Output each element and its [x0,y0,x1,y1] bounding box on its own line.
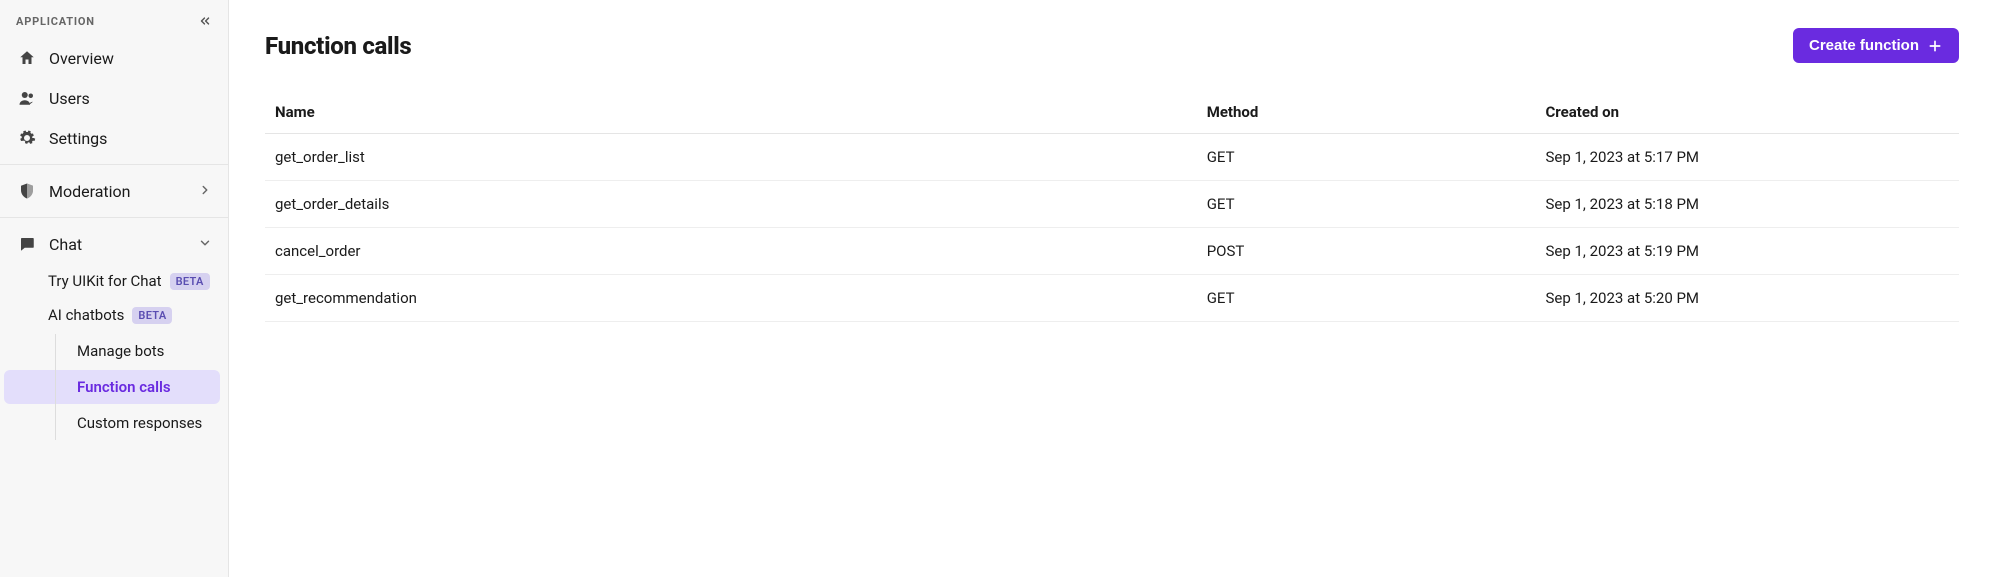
sidebar-item-settings[interactable]: Settings [0,118,228,158]
chat-icon [16,233,38,255]
sidebar-item-label: Chat [49,235,82,254]
divider [0,164,228,165]
sidebar-item-label: Moderation [49,182,131,201]
table-cell-name: get_order_list [265,134,1197,181]
sidebar-item-label: Try UIKit for Chat [48,272,162,290]
sidebar-item-manage-bots[interactable]: Manage bots [4,334,220,368]
sidebar-item-moderation[interactable]: Moderation [0,171,228,211]
gear-icon [16,127,38,149]
chevron-right-icon [198,182,212,201]
page-header: Function calls Create function [265,28,1959,63]
table-cell-method: GET [1197,134,1536,181]
table-row[interactable]: get_recommendationGETSep 1, 2023 at 5:20… [265,275,1959,322]
shield-icon [16,180,38,202]
table-header-method: Method [1197,91,1536,134]
table-row[interactable]: cancel_orderPOSTSep 1, 2023 at 5:19 PM [265,228,1959,275]
table-cell-method: GET [1197,275,1536,322]
sidebar-item-label: AI chatbots [48,306,124,324]
users-icon [16,87,38,109]
beta-badge: BETA [170,273,210,290]
sidebar-item-chat[interactable]: Chat [0,224,228,264]
collapse-sidebar-button[interactable] [198,14,212,28]
beta-badge: BETA [132,307,172,324]
functions-table: Name Method Created on get_order_listGET… [265,91,1959,322]
button-label: Create function [1809,37,1919,54]
main-content: Function calls Create function Name Meth… [229,0,1999,577]
sidebar-item-label: Users [49,89,90,108]
sidebar-item-function-calls[interactable]: Function calls [4,370,220,404]
chat-subnav: Try UIKit for Chat BETA AI chatbots BETA… [0,264,228,442]
sidebar-item-label: Settings [49,129,107,148]
table-cell-created: Sep 1, 2023 at 5:20 PM [1535,275,1959,322]
table-cell-name: get_order_details [265,181,1197,228]
sidebar-item-overview[interactable]: Overview [0,38,228,78]
sidebar-item-ai-chatbots[interactable]: AI chatbots BETA [0,298,228,332]
sidebar-item-label: Custom responses [77,414,202,432]
table-cell-created: Sep 1, 2023 at 5:17 PM [1535,134,1959,181]
table-cell-method: POST [1197,228,1536,275]
table-cell-name: cancel_order [265,228,1197,275]
sidebar-item-try-uikit[interactable]: Try UIKit for Chat BETA [0,264,228,298]
sidebar-item-label: Manage bots [77,342,164,360]
plus-icon [1927,38,1943,54]
home-icon [16,47,38,69]
sidebar-header: APPLICATION [0,14,228,38]
divider [0,217,228,218]
table-header-name: Name [265,91,1197,134]
table-header-created: Created on [1535,91,1959,134]
sidebar-section-label: APPLICATION [16,15,95,28]
sidebar-item-users[interactable]: Users [0,78,228,118]
table-row[interactable]: get_order_listGETSep 1, 2023 at 5:17 PM [265,134,1959,181]
chevron-down-icon [198,235,212,254]
table-cell-created: Sep 1, 2023 at 5:18 PM [1535,181,1959,228]
table-cell-name: get_recommendation [265,275,1197,322]
create-function-button[interactable]: Create function [1793,28,1959,63]
page-title: Function calls [265,32,411,60]
sidebar: APPLICATION Overview Users Settings [0,0,229,577]
table-cell-created: Sep 1, 2023 at 5:19 PM [1535,228,1959,275]
sidebar-item-label: Function calls [77,378,171,396]
sidebar-item-custom-responses[interactable]: Custom responses [4,406,220,440]
chevron-double-left-icon [198,14,212,28]
table-cell-method: GET [1197,181,1536,228]
table-row[interactable]: get_order_detailsGETSep 1, 2023 at 5:18 … [265,181,1959,228]
chatbot-subnav: Manage bots Function calls Custom respon… [0,334,228,440]
sidebar-item-label: Overview [49,49,114,68]
